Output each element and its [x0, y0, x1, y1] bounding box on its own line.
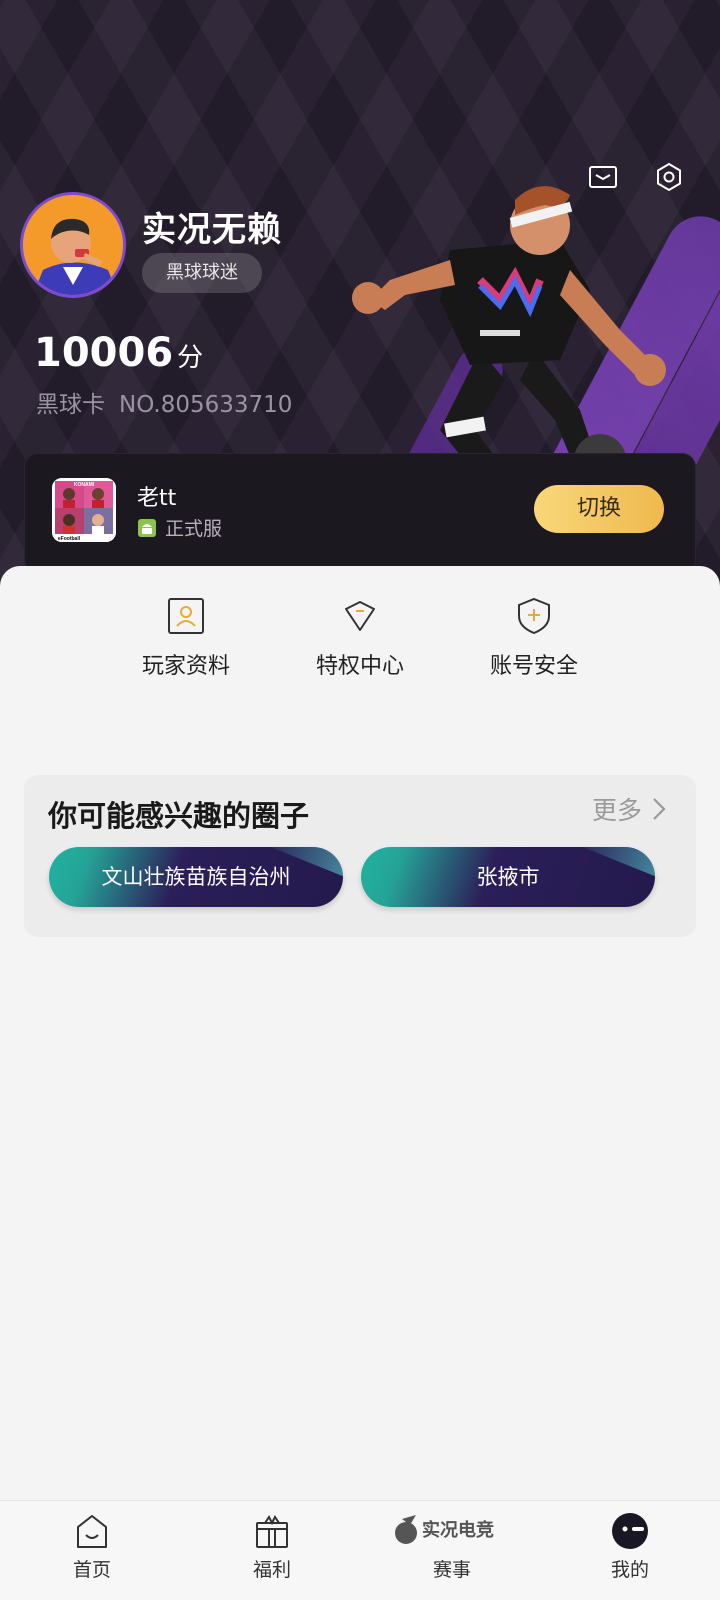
member-card-line: 黑球卡 NO.805633710: [36, 385, 292, 419]
profile-header: 实况无赖 黑球球迷 10006 分 黑球卡 NO.805633710 KONAMI …: [0, 0, 720, 600]
nav-label: 首页: [72, 1559, 111, 1581]
circles-title: 你可能感兴趣的圈子: [48, 799, 310, 833]
avatar-image: [23, 195, 123, 295]
settings-icon[interactable]: [651, 159, 687, 195]
esports-logo-icon: 实况电竞: [395, 1515, 494, 1544]
nav-label: 福利: [252, 1559, 291, 1581]
quick-action-label: 玩家资料: [141, 654, 230, 679]
android-icon: [138, 518, 156, 537]
quick-action-label: 账号安全: [489, 654, 578, 679]
more-circles-link[interactable]: 更多: [592, 791, 670, 827]
nav-tab-home[interactable]: 首页: [32, 1511, 152, 1582]
mail-icon[interactable]: [585, 159, 621, 195]
game-account-name: 老tt: [137, 486, 177, 511]
quick-action-label: 特权中心: [315, 654, 404, 679]
chevron-right-icon: [653, 798, 666, 820]
score-unit: 分: [177, 343, 204, 373]
quick-actions: 玩家资料 特权中心 账号安全: [0, 596, 720, 696]
nav-tab-events[interactable]: 实况电竞 赛事: [392, 1511, 512, 1582]
switch-account-button[interactable]: 切换: [534, 485, 664, 533]
nav-label: 我的: [610, 1559, 649, 1581]
home-icon: [77, 1515, 107, 1548]
circle-chip[interactable]: 张掖市: [361, 847, 655, 907]
game-icon-title: eFootball: [58, 536, 81, 542]
profile-face-icon: [612, 1513, 648, 1549]
server-row: 正式服: [137, 514, 222, 541]
server-label: 正式服: [165, 518, 223, 540]
nav-tab-me[interactable]: 我的: [570, 1511, 690, 1582]
quick-action-account-security[interactable]: 账号安全: [464, 596, 604, 680]
bottom-navigation: 首页 福利 实况电竞 赛事 我的: [0, 1500, 720, 1600]
score: 10006 分: [34, 330, 203, 376]
esports-logo-text: 实况电竞: [422, 1519, 494, 1541]
rank-badge: 黑球球迷: [142, 253, 262, 293]
game-icon-brand: KONAMI: [74, 482, 95, 488]
circle-chip-label: 文山壮族苗族自治州: [101, 865, 291, 889]
person-card-icon: [168, 598, 204, 634]
circle-chip-label: 张掖市: [476, 865, 540, 889]
main-panel: 玩家资料 特权中心 账号安全 你可能感兴趣的圈子 更多 文山壮族苗族自治州 张掖…: [0, 566, 720, 1500]
recommended-circles-card: 你可能感兴趣的圈子 更多 文山壮族苗族自治州 张掖市: [24, 775, 696, 937]
game-account-card: KONAMI eFootball 老tt 正式服 切换: [24, 453, 696, 573]
quick-action-privilege-center[interactable]: 特权中心: [290, 596, 430, 680]
card-label: 黑球卡: [36, 392, 105, 418]
gift-icon: [256, 1515, 288, 1548]
username: 实况无赖: [142, 210, 282, 250]
game-icon: KONAMI eFootball: [52, 478, 116, 542]
diamond-icon: [345, 601, 375, 631]
card-number: NO.805633710: [119, 392, 293, 418]
shield-plus-icon: [518, 597, 550, 635]
avatar[interactable]: [20, 192, 126, 298]
score-value: 10006: [34, 330, 174, 376]
more-label: 更多: [591, 796, 642, 825]
circle-chip[interactable]: 文山壮族苗族自治州: [49, 847, 343, 907]
quick-action-player-profile[interactable]: 玩家资料: [116, 596, 256, 680]
nav-tab-benefits[interactable]: 福利: [212, 1511, 332, 1582]
nav-label: 赛事: [432, 1559, 471, 1581]
